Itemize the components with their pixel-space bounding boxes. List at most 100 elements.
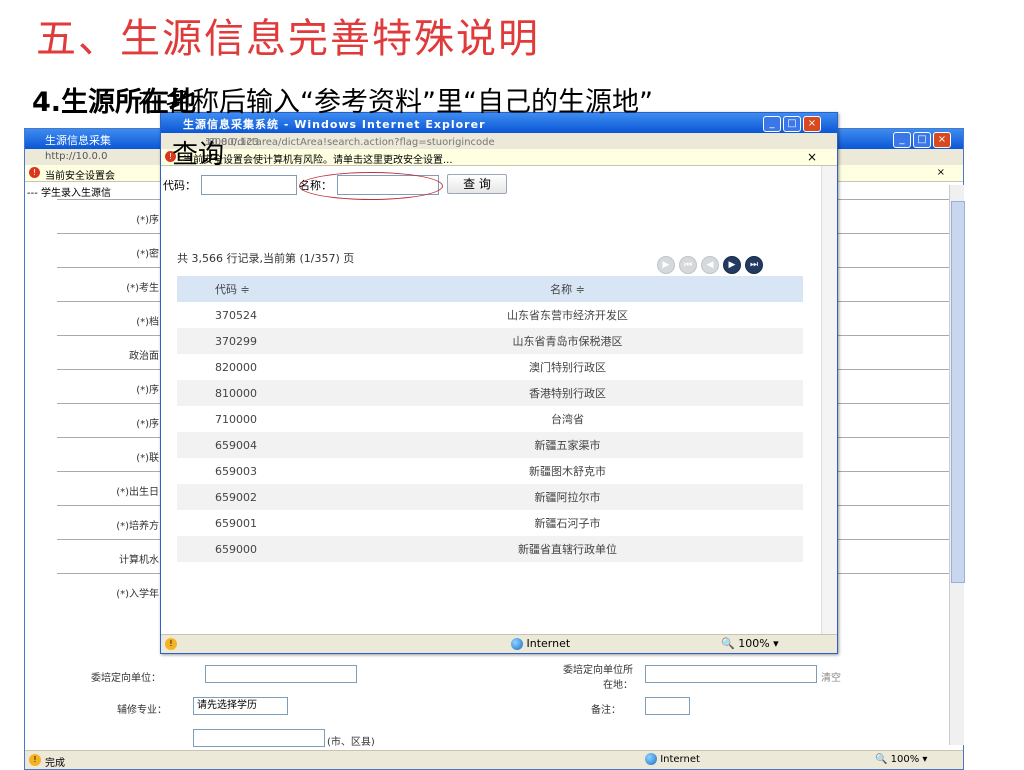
- popup-zone-text: Internet: [526, 637, 571, 650]
- district-input[interactable]: [193, 729, 325, 747]
- bg-window-title: 生源信息采集: [45, 134, 111, 147]
- entrust-unit-label: 委培定向单位：: [91, 673, 161, 684]
- popup-browser-window: 生源信息采集系统 - Windows Internet Explorer _ □…: [160, 112, 838, 654]
- name-cell: 新疆阿拉尔市: [332, 484, 803, 510]
- bg-security-close-button[interactable]: ×: [937, 167, 945, 178]
- table-row[interactable]: 659000 新疆省直辖行政单位: [177, 536, 803, 562]
- page-warning-icon: !: [29, 754, 41, 766]
- clear-link[interactable]: 清空: [821, 669, 841, 684]
- page-info: 共 3,566 行记录,当前第 (1/357) 页: [177, 252, 355, 265]
- pager: ▶ ⏮ ◀ ▶ ⏭: [657, 252, 767, 274]
- highlight-ellipse: [299, 172, 443, 200]
- popup-zone: Internet: [511, 637, 570, 650]
- bg-scrollbar[interactable]: [949, 185, 965, 745]
- bg-zone-text: Internet: [660, 754, 700, 765]
- code-search-input[interactable]: [201, 175, 297, 195]
- table-row[interactable]: 370299 山东省青岛市保税港区: [177, 328, 803, 354]
- form-field-label: (*)密: [136, 249, 159, 260]
- entrust-unit-input[interactable]: [205, 665, 357, 683]
- name-cell: 山东省东营市经济开发区: [507, 309, 628, 322]
- code-cell: 659004: [177, 432, 332, 458]
- popup-security-close-button[interactable]: ×: [807, 150, 817, 164]
- form-field-label: (*)序: [136, 419, 159, 430]
- page-warning-icon: !: [165, 638, 177, 650]
- form-field-label: (*)入学年: [116, 589, 159, 600]
- code-column-header[interactable]: 代码 ≑: [177, 276, 332, 302]
- bg-status-text: 完成: [45, 758, 65, 769]
- code-cell: 810000: [177, 380, 332, 406]
- table-row[interactable]: 370524 山东省东营市经济开发区: [177, 302, 803, 328]
- form-field-label: (*)出生日: [116, 487, 159, 498]
- bg-zoom[interactable]: 🔍 100% ▾: [875, 754, 927, 765]
- name-cell: 新疆图木舒克市: [529, 465, 606, 478]
- form-field-label: (*)联: [136, 453, 159, 464]
- popup-content: 代码： 名称： 查 询 共 3,566 行记录,当前第 (1/357) 页 ▶ ⏮…: [161, 166, 821, 635]
- last-page-icon[interactable]: ⏭: [745, 256, 763, 274]
- breadcrumb: --- 学生录入生源信: [27, 188, 112, 199]
- name-column-header[interactable]: 名称 ≑: [332, 276, 803, 302]
- minor-select-value: 请先选择学历: [197, 700, 257, 711]
- prev-page-icon[interactable]: ⏮: [679, 256, 697, 274]
- code-cell: 820000: [215, 360, 257, 374]
- popup-close-button[interactable]: ×: [803, 116, 821, 132]
- popup-security-bar[interactable]: ! 当前安全设置会使计算机有风险。请单击这里更改安全设置... ×: [161, 149, 837, 166]
- entrust-location-input[interactable]: [645, 665, 817, 683]
- table-row[interactable]: 820000 澳门特别行政区: [177, 354, 803, 380]
- instruction-query-text: 查询: [172, 140, 225, 170]
- result-table: 代码 ≑ 名称 ≑ 370524 山东省东营市经济开发区 370299 山东省青岛市保…: [177, 276, 803, 562]
- name-cell: 澳门特别行政区: [529, 361, 606, 374]
- minor-select[interactable]: 请先选择学历: [193, 697, 288, 715]
- form-field-label: (*)序: [136, 215, 159, 226]
- table-row[interactable]: 810000 香港特别行政区: [177, 380, 803, 406]
- bg-maximize-button[interactable]: □: [913, 132, 931, 148]
- code-cell: 659000: [177, 536, 332, 562]
- popup-scrollbar[interactable]: [821, 166, 837, 635]
- remark-select[interactable]: [645, 697, 690, 715]
- popup-zoom-text: 100%: [738, 637, 770, 650]
- form-field-label: 计算机水: [119, 555, 159, 566]
- remark-label: 备注：: [591, 705, 621, 716]
- code-cell: 710000: [215, 412, 257, 426]
- bg-scroll-thumb[interactable]: [951, 201, 965, 583]
- prev-icon[interactable]: ◀: [701, 256, 719, 274]
- popup-minimize-button[interactable]: _: [763, 116, 781, 132]
- code-cell: 659003: [215, 464, 257, 478]
- table-row[interactable]: 659003 新疆图木舒克市: [177, 458, 803, 484]
- popup-status-bar: ! Internet 🔍 100% ▾: [161, 634, 837, 653]
- code-label: 代码：: [163, 179, 196, 192]
- popup-zoom[interactable]: 🔍 100% ▾: [721, 637, 779, 650]
- search-button[interactable]: 查 询: [447, 174, 507, 194]
- bg-status-bar: ! 完成 Internet 🔍 100% ▾: [25, 750, 963, 769]
- code-cell: 659001: [215, 516, 257, 530]
- name-cell: 香港特别行政区: [332, 380, 803, 406]
- minor-label: 辅修专业：: [117, 705, 167, 716]
- internet-globe-icon: [511, 638, 523, 650]
- form-field-label: (*)考生: [126, 283, 159, 294]
- instruction-number-text: 4.: [32, 87, 62, 118]
- name-cell: 新疆省直辖行政单位: [332, 536, 803, 562]
- popup-address-bar[interactable]: 10.0.0.123:8080/dictarea/dictArea!search…: [161, 133, 837, 150]
- first-page-icon[interactable]: ▶: [657, 256, 675, 274]
- code-cell: 370299: [177, 328, 332, 354]
- bg-zone: Internet: [645, 753, 700, 765]
- name-cell: 新疆石河子市: [534, 517, 601, 530]
- table-row[interactable]: 710000 台湾省: [177, 406, 803, 432]
- name-cell: 台湾省: [551, 413, 584, 426]
- slide-title: 五、生源信息完善特殊说明: [36, 16, 540, 62]
- code-cell: 659002: [177, 484, 332, 510]
- table-row[interactable]: 659002 新疆阿拉尔市: [177, 484, 803, 510]
- entrust-location-label: 委培定向单位所在地：: [563, 665, 633, 691]
- bg-minimize-button[interactable]: _: [893, 132, 911, 148]
- internet-globe-icon: [645, 753, 657, 765]
- bg-close-button[interactable]: ×: [933, 132, 951, 148]
- table-row[interactable]: 659001 新疆石河子市: [177, 510, 803, 536]
- table-header-row: 代码 ≑ 名称 ≑: [177, 276, 803, 302]
- name-cell: 新疆五家渠市: [332, 432, 803, 458]
- name-cell: 山东省青岛市保税港区: [332, 328, 803, 354]
- table-row[interactable]: 659004 新疆五家渠市: [177, 432, 803, 458]
- form-field-label: (*)序: [136, 385, 159, 396]
- bg-zoom-text: 100%: [890, 754, 920, 765]
- popup-maximize-button[interactable]: □: [783, 116, 801, 132]
- next-page-icon[interactable]: ▶: [723, 256, 741, 274]
- form-field-label: (*)档: [136, 317, 159, 328]
